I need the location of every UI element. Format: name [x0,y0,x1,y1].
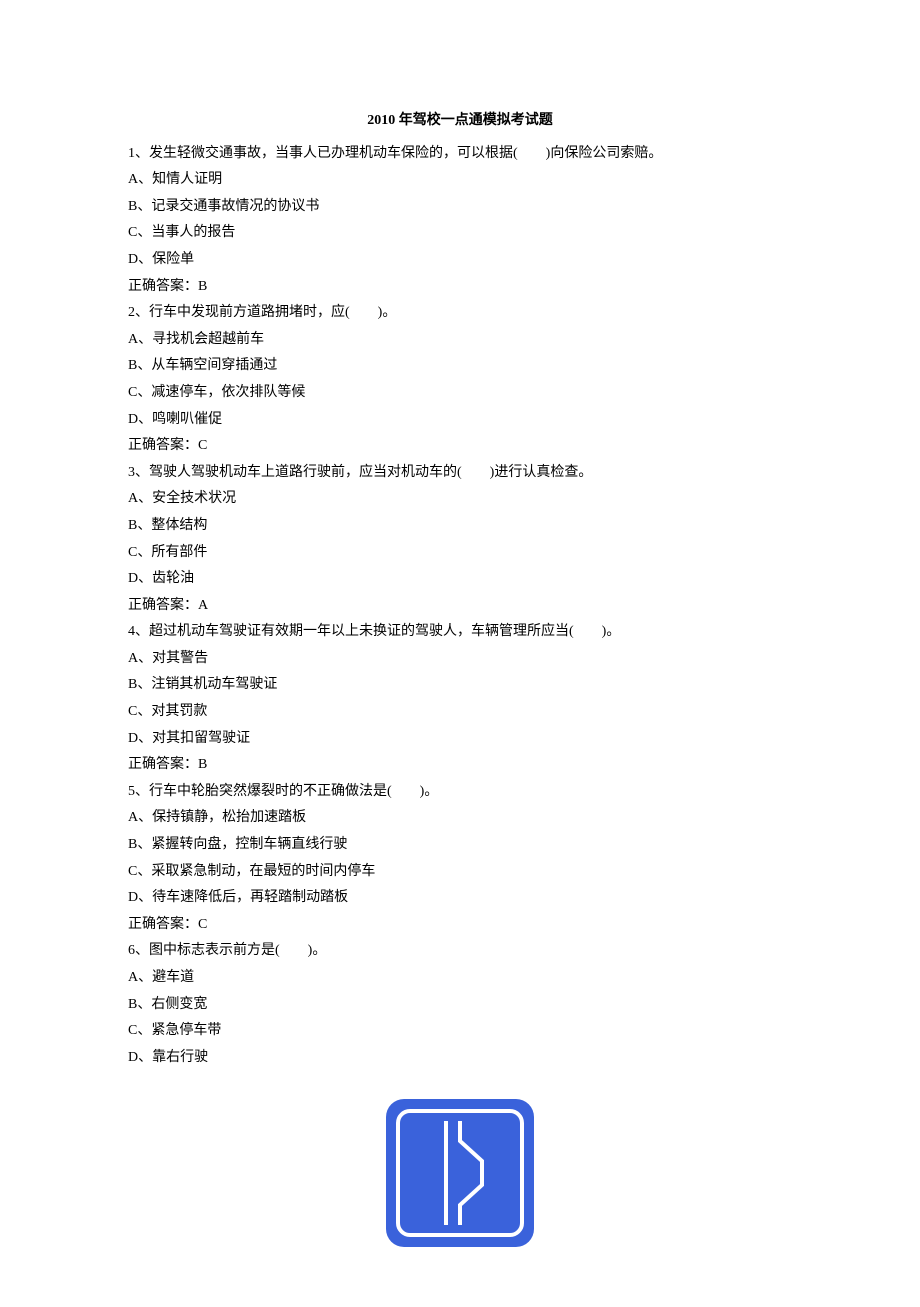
question-option: A、寻找机会超越前车 [128,327,792,354]
question-stem: 6、图中标志表示前方是( )。 [128,938,792,965]
question-option: B、整体结构 [128,513,792,540]
question-option: D、对其扣留驾驶证 [128,726,792,753]
traffic-sign-inner [396,1109,524,1237]
question-option: B、紧握转向盘，控制车辆直线行驶 [128,832,792,859]
question-option: B、右侧变宽 [128,992,792,1019]
question-option: A、保持镇静，松抬加速踏板 [128,805,792,832]
question-option: A、对其警告 [128,646,792,673]
question-option: A、安全技术状况 [128,486,792,513]
question-option: B、注销其机动车驾驶证 [128,672,792,699]
question-stem: 5、行车中轮胎突然爆裂时的不正确做法是( )。 [128,779,792,806]
traffic-sign-container [128,1099,792,1247]
question-option: B、从车辆空间穿插通过 [128,353,792,380]
question-option: C、减速停车，依次排队等候 [128,380,792,407]
lay-by-icon [400,1113,520,1233]
question-option: C、对其罚款 [128,699,792,726]
question-option: D、保险单 [128,247,792,274]
question-stem: 3、驾驶人驾驶机动车上道路行驶前，应当对机动车的( )进行认真检查。 [128,460,792,487]
question-option: D、齿轮油 [128,566,792,593]
question-option: A、避车道 [128,965,792,992]
question-option: D、靠右行驶 [128,1045,792,1072]
questions-list: 1、发生轻微交通事故，当事人已办理机动车保险的，可以根据( )向保险公司索赔。A… [128,141,792,1072]
question-option: D、待车速降低后，再轻踏制动踏板 [128,885,792,912]
traffic-sign [386,1099,534,1247]
question-option: B、记录交通事故情况的协议书 [128,194,792,221]
question-stem: 1、发生轻微交通事故，当事人已办理机动车保险的，可以根据( )向保险公司索赔。 [128,141,792,168]
question-answer: 正确答案：C [128,433,792,460]
question-answer: 正确答案：A [128,593,792,620]
page-title: 2010 年驾校一点通模拟考试题 [128,108,792,135]
question-option: D、鸣喇叭催促 [128,407,792,434]
question-option: A、知情人证明 [128,167,792,194]
question-option: C、采取紧急制动，在最短的时间内停车 [128,859,792,886]
question-option: C、紧急停车带 [128,1018,792,1045]
question-answer: 正确答案：B [128,752,792,779]
question-answer: 正确答案：C [128,912,792,939]
question-option: C、所有部件 [128,540,792,567]
question-stem: 2、行车中发现前方道路拥堵时，应( )。 [128,300,792,327]
question-stem: 4、超过机动车驾驶证有效期一年以上未换证的驾驶人，车辆管理所应当( )。 [128,619,792,646]
question-answer: 正确答案：B [128,274,792,301]
question-option: C、当事人的报告 [128,220,792,247]
